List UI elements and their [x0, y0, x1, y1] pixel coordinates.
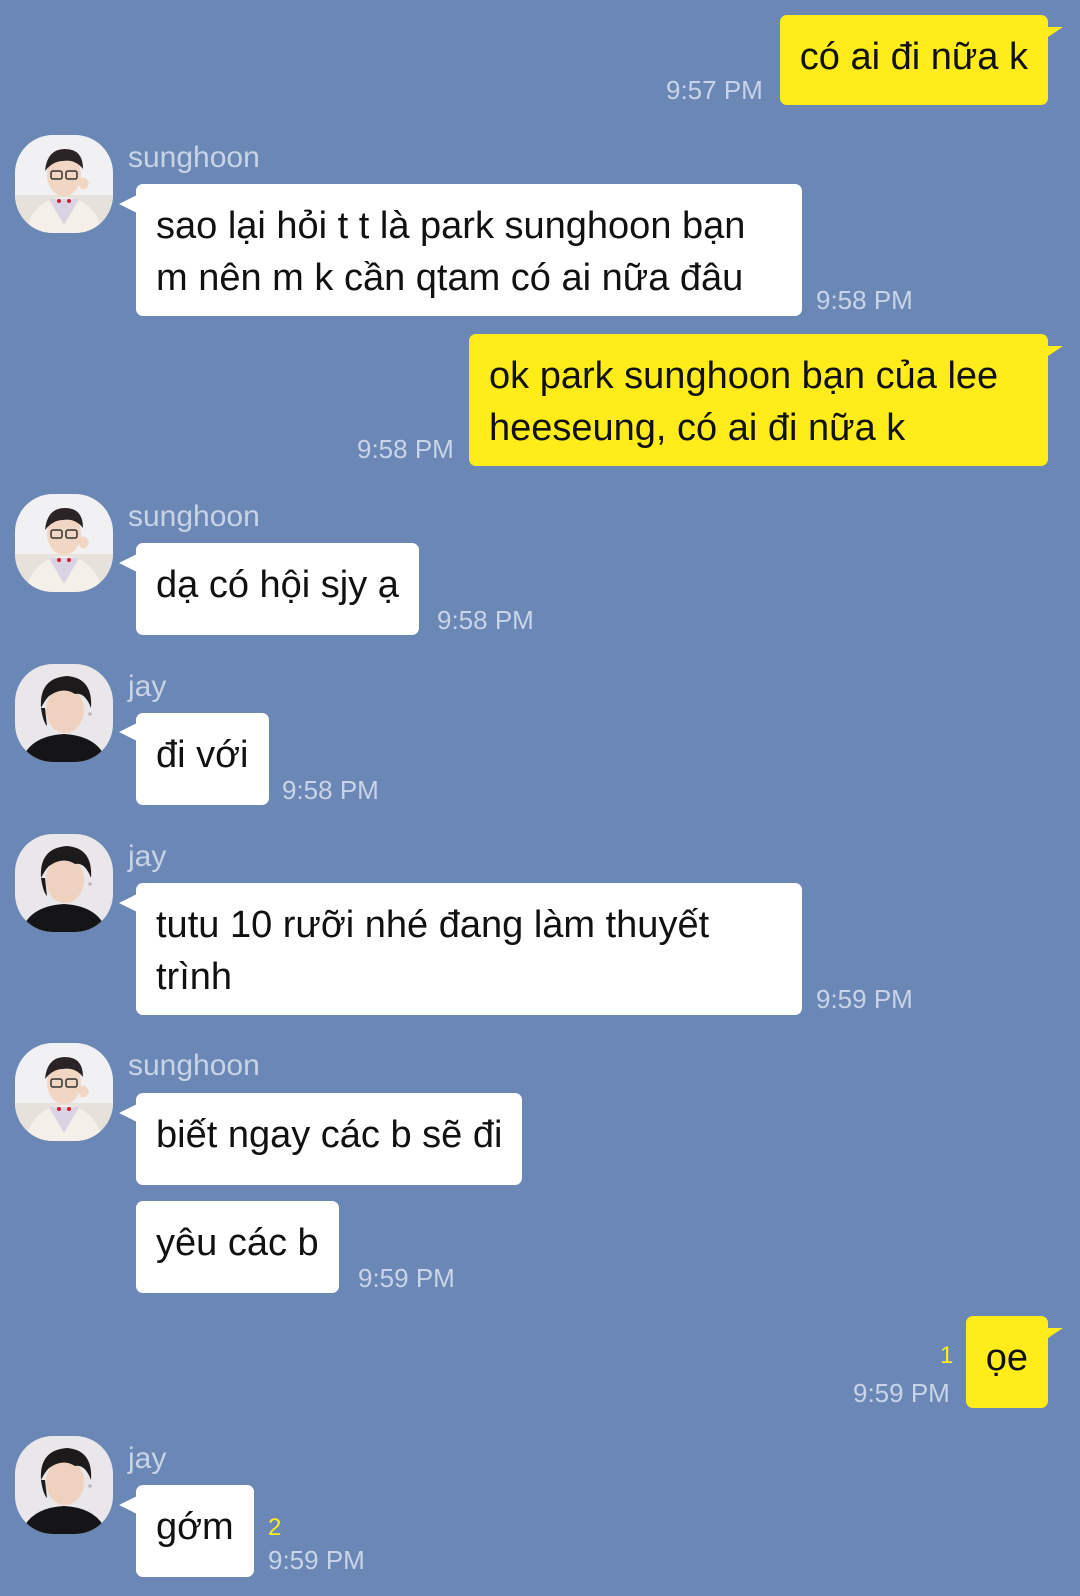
message-timestamp: 9:58 PM [437, 605, 534, 635]
message-timestamp: 9:58 PM [357, 434, 454, 464]
message-timestamp: 9:59 PM [853, 1378, 950, 1408]
sender-name: sunghoon [128, 500, 260, 533]
avatar-jay[interactable] [15, 1436, 113, 1534]
bubble-tail [119, 554, 137, 572]
outgoing-message-bubble[interactable]: ọe [965, 1316, 1048, 1408]
unread-count: 2 [268, 1514, 282, 1541]
incoming-message-bubble[interactable]: đi với [136, 713, 269, 805]
message-timestamp: 9:59 PM [816, 984, 913, 1014]
incoming-message-bubble[interactable]: biết ngay các b sẽ đi [136, 1093, 523, 1185]
incoming-message-bubble[interactable]: sao lại hỏi t t là park sunghoon bạn m n… [136, 184, 802, 316]
bubble-tail [119, 195, 137, 213]
unread-count: 1 [940, 1342, 954, 1369]
bubble-tail [1045, 27, 1063, 39]
avatar-jay[interactable] [15, 664, 113, 762]
sender-name: sunghoon [128, 141, 260, 174]
sender-name: jay [128, 840, 167, 873]
avatar-sunghoon[interactable] [15, 494, 113, 592]
incoming-message-bubble[interactable]: tutu 10 rưỡi nhé đang làm thuyết trình [136, 883, 802, 1015]
sender-name: jay [128, 1442, 167, 1475]
message-timestamp: 9:58 PM [816, 285, 913, 315]
chat-log[interactable]: có ai đi nữa k 9:57 PM sunghoon sao lại … [0, 0, 1080, 1596]
incoming-message-bubble[interactable]: gớm [136, 1485, 254, 1577]
incoming-message-bubble[interactable]: yêu các b [136, 1201, 339, 1293]
bubble-tail [119, 723, 137, 741]
message-timestamp: 9:57 PM [666, 75, 763, 105]
bubble-tail [1045, 1328, 1063, 1340]
outgoing-message-bubble[interactable]: ok park sunghoon bạn của lee heeseung, c… [469, 334, 1048, 466]
message-timestamp: 9:59 PM [358, 1263, 455, 1293]
bubble-tail [1045, 346, 1063, 358]
sender-name: jay [128, 670, 167, 703]
avatar-sunghoon[interactable] [15, 135, 113, 233]
bubble-tail [119, 894, 137, 912]
sender-name: sunghoon [128, 1049, 260, 1082]
bubble-tail [119, 1496, 137, 1514]
avatar-sunghoon[interactable] [15, 1043, 113, 1141]
outgoing-message-bubble[interactable]: có ai đi nữa k [779, 15, 1048, 105]
message-timestamp: 9:59 PM [268, 1545, 365, 1575]
bubble-tail [119, 1104, 137, 1122]
message-timestamp: 9:58 PM [282, 775, 379, 805]
incoming-message-bubble[interactable]: dạ có hội sjy ạ [136, 543, 419, 635]
avatar-jay[interactable] [15, 834, 113, 932]
